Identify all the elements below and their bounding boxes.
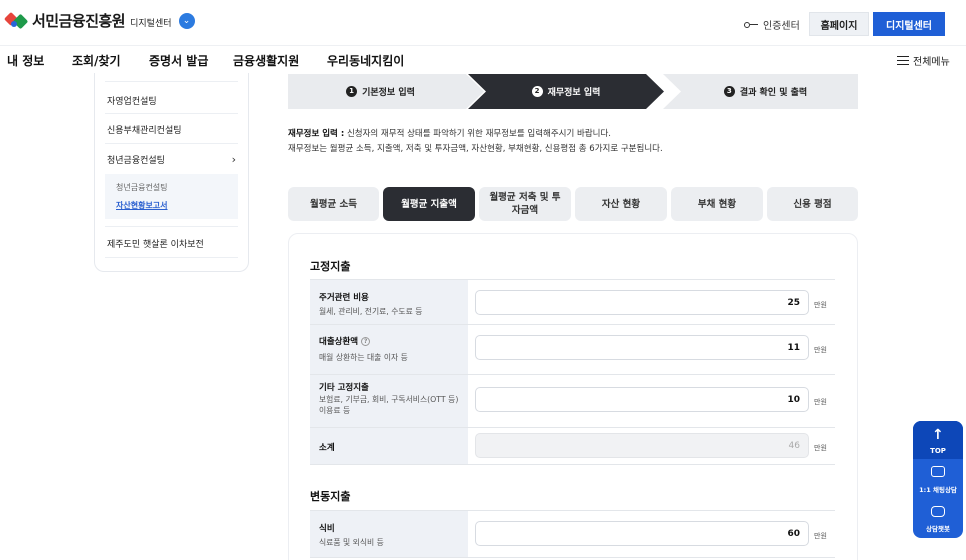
nav-item-search[interactable]: 조회/찾기	[72, 52, 121, 69]
step-3: 3 결과 확인 및 출력	[673, 74, 858, 109]
row-title-text: 대출상환액	[319, 337, 359, 347]
divider	[105, 143, 238, 144]
chat-consult-label[interactable]: 1:1 채팅상담	[913, 484, 963, 494]
step-number: 2	[531, 86, 543, 97]
description-text: 신청자의 재무적 상태를 파악하기 위한 재무정보를 입력해주시기 바랍니다.	[344, 129, 611, 139]
unit-label: 만원	[814, 398, 827, 406]
scroll-top-button[interactable]: ↑ TOP	[913, 421, 963, 459]
chat-icon[interactable]	[931, 466, 945, 477]
submenu-item-asset-report[interactable]: 자산현황보고서	[116, 200, 168, 211]
key-icon	[744, 21, 758, 28]
top-label: TOP	[930, 447, 946, 455]
chatbot-label[interactable]: 상담챗봇	[913, 523, 963, 533]
homepage-button[interactable]: 홈페이지	[809, 12, 869, 36]
chatbot-icon[interactable]	[931, 506, 945, 517]
hamburger-icon	[897, 55, 909, 66]
top-header: 서민금융진흥원 디지털센터 ⌄ 인증센터 홈페이지 디지털센터	[0, 0, 966, 46]
step-label: 결과 확인 및 출력	[739, 88, 808, 98]
tab-monthly-income[interactable]: 월평균 소득	[288, 187, 379, 221]
logo-subtitle: 디지털센터	[130, 19, 172, 29]
cert-center-link[interactable]: 인증센터	[744, 17, 800, 32]
unit-label: 만원	[814, 532, 827, 540]
row-title: 기타 고정지출	[319, 383, 369, 393]
submenu-item-youth-finance[interactable]: 청년금융컨설팅	[116, 182, 168, 193]
step-label: 기본정보 입력	[362, 88, 415, 98]
row-title: 소계	[319, 443, 335, 453]
table-row: 주거관련 비용 월세, 관리비, 전기료, 수도료 등 만원	[310, 280, 835, 325]
chevron-right-icon: ›	[231, 153, 236, 166]
row-label: 대출상환액? 매월 상환하는 대출 이자 등	[310, 325, 468, 374]
all-menu-button[interactable]: 전체메뉴	[897, 53, 950, 68]
logo-text: 서민금융진흥원	[32, 12, 126, 30]
nav-item-certificate[interactable]: 증명서 발급	[149, 52, 208, 69]
step-2: 2 재무정보 입력	[476, 74, 656, 109]
unit-label: 만원	[814, 346, 827, 354]
sidebar-submenu: 청년금융컨설팅 자산현황보고서	[105, 174, 238, 219]
sidebar-item-credit-debt[interactable]: 신용부채관리컨설팅	[107, 123, 182, 136]
nav-item-my-info[interactable]: 내 정보	[7, 52, 44, 69]
all-menu-label: 전체메뉴	[913, 57, 950, 68]
tab-credit-score[interactable]: 신용 평점	[767, 187, 858, 221]
row-label: 소계	[310, 428, 468, 464]
divider	[105, 226, 238, 227]
row-label: 식비 식료품 및 외식비 등	[310, 511, 468, 557]
sidebar-item-jeju-loan[interactable]: 제주도민 햇살론 이차보전	[107, 237, 204, 250]
sidebar-item-youth-finance[interactable]: 청년금융컨설팅	[107, 153, 165, 166]
nav-item-financial-support[interactable]: 금융생활지원	[233, 52, 299, 69]
other-fixed-input[interactable]	[475, 387, 809, 412]
floating-quick-menu: ↑ TOP 1:1 채팅상담 상담챗봇	[913, 421, 963, 538]
digital-center-button[interactable]: 디지털센터	[873, 12, 945, 36]
section-title-fixed: 고정지출	[310, 260, 351, 273]
tab-assets[interactable]: 자산 현황	[575, 187, 667, 221]
description-line-2: 재무정보는 월평균 소득, 지출액, 저축 및 투자금액, 자산현황, 부채현황…	[288, 144, 663, 154]
main-nav: 내 정보 조회/찾기 증명서 발급 금융생활지원 우리동네지킴이 전체메뉴	[0, 47, 966, 73]
logo-mark-icon	[3, 11, 29, 30]
help-icon[interactable]: ?	[361, 337, 371, 346]
food-cost-input[interactable]	[475, 521, 809, 546]
subtotal-input	[475, 433, 809, 458]
table-row: 기타 고정지출 보험료, 기부금, 회비, 구독서비스(OTT 등) 이용료 등…	[310, 375, 835, 428]
row-subtitle: 월세, 관리비, 전기료, 수도료 등	[319, 307, 423, 316]
row-title: 식비	[319, 524, 335, 534]
row-subtitle: 식료품 및 외식비 등	[319, 538, 384, 547]
variable-expense-table: 식비 식료품 및 외식비 등 만원	[310, 510, 835, 560]
row-label: 주거관련 비용 월세, 관리비, 전기료, 수도료 등	[310, 280, 468, 324]
table-row: 대출상환액? 매월 상환하는 대출 이자 등 만원	[310, 325, 835, 375]
step-label: 재무정보 입력	[547, 88, 601, 98]
section-title-variable: 변동지출	[310, 490, 351, 503]
row-label: 기타 고정지출 보험료, 기부금, 회비, 구독서비스(OTT 등) 이용료 등	[310, 375, 468, 427]
divider	[105, 257, 238, 258]
site-logo[interactable]: 서민금융진흥원 디지털센터 ⌄	[3, 10, 195, 31]
unit-label: 만원	[814, 444, 827, 452]
row-title: 대출상환액?	[319, 335, 371, 347]
sidebar: 자영업컨설팅 신용부채관리컨설팅 청년금융컨설팅 › 청년금융컨설팅 자산현황보…	[94, 73, 249, 272]
arrow-up-icon: ↑	[932, 427, 944, 443]
step-number: 3	[723, 86, 735, 97]
nav-item-neighborhood[interactable]: 우리동네지킴이	[327, 52, 404, 69]
tab-monthly-expense[interactable]: 월평균 지출액	[383, 187, 475, 221]
tab-debts[interactable]: 부채 현황	[671, 187, 763, 221]
row-subtitle: 매월 상환하는 대출 이자 등	[319, 353, 408, 362]
loan-repayment-input[interactable]	[475, 335, 809, 360]
cert-center-label: 인증센터	[763, 21, 800, 32]
divider	[105, 113, 238, 114]
table-row: 소계 만원	[310, 428, 835, 465]
divider	[105, 81, 238, 82]
chevron-down-icon[interactable]: ⌄	[178, 12, 195, 29]
step-number: 1	[346, 86, 358, 97]
tab-savings-investment[interactable]: 월평균 저축 및 투자금액	[479, 187, 571, 221]
row-title: 주거관련 비용	[319, 293, 369, 303]
fixed-expense-table: 주거관련 비용 월세, 관리비, 전기료, 수도료 등 만원 대출상환액? 매월…	[310, 279, 835, 465]
unit-label: 만원	[814, 301, 827, 309]
table-row: 식비 식료품 및 외식비 등 만원	[310, 511, 835, 558]
row-subtitle: 보험료, 기부금, 회비, 구독서비스(OTT 등) 이용료 등	[319, 395, 459, 415]
step-indicator: 1 기본정보 입력 2 재무정보 입력 3 결과 확인 및 출력	[288, 74, 858, 109]
sidebar-item-self-employed[interactable]: 자영업컨설팅	[107, 94, 157, 107]
housing-cost-input[interactable]	[475, 290, 809, 315]
description-label: 재무정보 입력 :	[288, 129, 345, 139]
step-1: 1 기본정보 입력	[288, 74, 473, 109]
description-line-1: 재무정보 입력 : 신청자의 재무적 상태를 파악하기 위한 재무정보를 입력해…	[288, 127, 611, 139]
